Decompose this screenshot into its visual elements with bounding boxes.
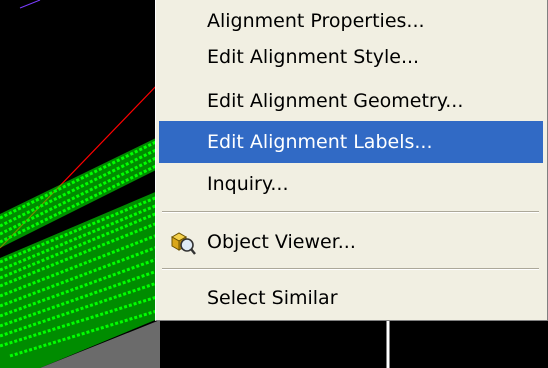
- menu-item-edit-alignment-geometry[interactable]: Edit Alignment Geometry...: [159, 80, 543, 122]
- menu-item-edit-alignment-labels[interactable]: Edit Alignment Labels...: [159, 121, 543, 163]
- menu-item-label: Select Similar: [207, 287, 338, 309]
- menu-item-label: Edit Alignment Geometry...: [207, 90, 464, 112]
- menu-item-edit-alignment-style[interactable]: Edit Alignment Style...: [159, 36, 543, 78]
- menu-item-label: Inquiry...: [207, 173, 289, 195]
- menu-item-label: Edit Alignment Labels...: [207, 131, 433, 153]
- menu-separator: [162, 268, 539, 270]
- cad-application-window: Alignment Properties... Edit Alignment S…: [0, 0, 548, 368]
- menu-item-object-viewer[interactable]: Object Viewer...: [159, 221, 543, 263]
- menu-item-label: Object Viewer...: [207, 231, 356, 253]
- menu-item-select-similar[interactable]: Select Similar: [159, 277, 543, 319]
- menu-item-label: Edit Alignment Style...: [207, 46, 420, 68]
- menu-separator: [162, 211, 539, 213]
- context-menu: Alignment Properties... Edit Alignment S…: [155, 0, 548, 321]
- object-viewer-icon: [169, 229, 197, 255]
- menu-item-inquiry[interactable]: Inquiry...: [159, 163, 543, 205]
